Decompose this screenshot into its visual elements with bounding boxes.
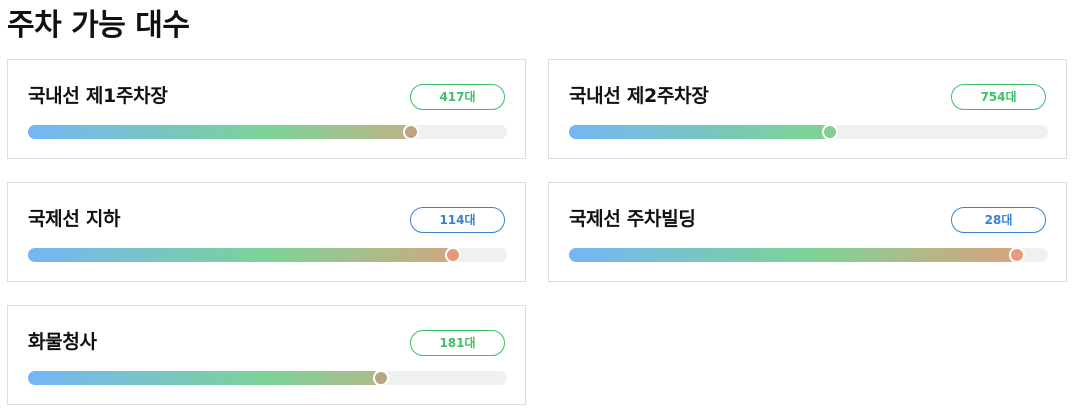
availability-bar-knob xyxy=(403,124,419,140)
availability-bar-knob xyxy=(445,247,461,263)
available-count-badge: 417대 xyxy=(410,84,505,110)
available-count-badge: 114대 xyxy=(410,207,505,233)
availability-bar-track xyxy=(28,124,507,140)
availability-bar-fill xyxy=(569,248,1017,262)
parking-card-international-building[interactable]: 국제선 주차빌딩 28대 xyxy=(548,182,1067,282)
parking-card-domestic-lot-2[interactable]: 국내선 제2주차장 754대 xyxy=(548,59,1067,159)
parking-card-domestic-lot-1[interactable]: 국내선 제1주차장 417대 xyxy=(7,59,526,159)
availability-bar-fill xyxy=(28,248,453,262)
availability-bar-track xyxy=(28,247,507,263)
availability-bar-track xyxy=(28,370,507,386)
availability-bar-track xyxy=(569,124,1048,140)
parking-lot-name: 국제선 주차빌딩 xyxy=(569,208,696,230)
page-title: 주차 가능 대수 xyxy=(7,8,190,43)
availability-bar-track xyxy=(569,247,1048,263)
availability-bar-knob xyxy=(373,370,389,386)
parking-lot-name: 국내선 제1주차장 xyxy=(28,85,168,107)
available-count-badge: 754대 xyxy=(951,84,1046,110)
availability-bar-fill xyxy=(569,125,830,139)
available-count-badge: 28대 xyxy=(951,207,1046,233)
available-count-badge: 181대 xyxy=(410,330,505,356)
parking-card-international-underground[interactable]: 국제선 지하 114대 xyxy=(7,182,526,282)
parking-lot-name: 국제선 지하 xyxy=(28,208,121,230)
availability-bar-knob xyxy=(1009,247,1025,263)
availability-bar-knob xyxy=(822,124,838,140)
parking-card-cargo-terminal[interactable]: 화물청사 181대 xyxy=(7,305,526,405)
parking-lot-name: 화물청사 xyxy=(28,331,97,353)
availability-bar-fill xyxy=(28,125,411,139)
availability-bar-fill xyxy=(28,371,381,385)
parking-lot-name: 국내선 제2주차장 xyxy=(569,85,709,107)
